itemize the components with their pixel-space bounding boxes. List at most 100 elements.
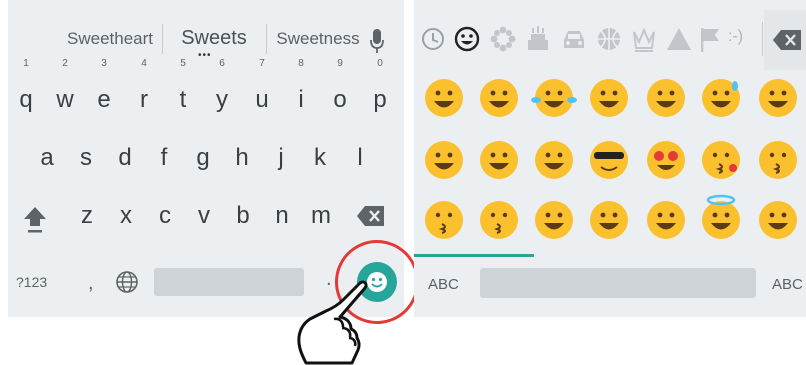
key-z[interactable]: z: [71, 187, 103, 245]
smiley-face-icon[interactable]: [590, 79, 628, 117]
key-g[interactable]: g: [187, 129, 219, 187]
key-q[interactable]: 1q: [10, 58, 42, 129]
key-u[interactable]: 7u: [246, 58, 278, 129]
key-hint: 8: [298, 58, 304, 69]
big-grin-icon[interactable]: [647, 79, 685, 117]
key-hint: 3: [101, 58, 107, 69]
space-bar[interactable]: [154, 268, 304, 296]
key-label: t: [179, 86, 187, 113]
key-d[interactable]: d: [109, 129, 141, 187]
abc-button-right[interactable]: ABC: [772, 276, 803, 293]
flags-icon[interactable]: [697, 22, 723, 56]
smileys-icon[interactable]: [452, 22, 482, 56]
key-f[interactable]: f: [148, 129, 180, 187]
key-i[interactable]: 8i: [285, 58, 317, 129]
kissing-heart-icon[interactable]: [702, 141, 740, 179]
emoticons-icon[interactable]: :-): [728, 28, 743, 46]
sunglasses-face-icon[interactable]: [590, 141, 628, 179]
objects-icon[interactable]: [630, 22, 658, 56]
key-hint: 0: [377, 58, 383, 69]
suggestion-sweetheart[interactable]: Sweetheart: [60, 29, 160, 49]
key-s[interactable]: s: [70, 129, 102, 187]
key-p[interactable]: 0p: [364, 58, 396, 129]
kissing-face-icon[interactable]: [759, 141, 797, 179]
key-label: u: [255, 86, 269, 113]
key-o[interactable]: 9o: [324, 58, 356, 129]
space-bar[interactable]: [480, 268, 756, 298]
key-label: p: [373, 86, 387, 113]
key-row-3: z x c v b n m: [8, 187, 404, 245]
abc-button-left[interactable]: ABC: [428, 276, 459, 293]
kissing-smiling-icon[interactable]: [425, 201, 463, 239]
blush-face-icon[interactable]: [480, 141, 518, 179]
grin-face-icon[interactable]: [480, 79, 518, 117]
key-k[interactable]: k: [304, 129, 336, 187]
key-y[interactable]: 6y: [206, 58, 238, 129]
key-v[interactable]: v: [188, 187, 220, 245]
shift-icon[interactable]: [22, 205, 48, 235]
key-label: q: [19, 86, 33, 113]
grinning-face-icon[interactable]: [425, 79, 463, 117]
key-label: w: [56, 86, 74, 113]
yum-face-icon[interactable]: [535, 141, 573, 179]
backspace-icon[interactable]: [356, 205, 386, 227]
food-icon[interactable]: [524, 22, 552, 56]
delete-key[interactable]: [764, 10, 806, 70]
key-row-1: 1q 2w 3e 4r 5t 6y 7u 8i 9o 0p: [8, 58, 404, 129]
key-hint: 4: [141, 58, 147, 69]
globe-icon[interactable]: [115, 270, 139, 294]
key-label: r: [140, 86, 148, 113]
key-n[interactable]: n: [266, 187, 298, 245]
tears-of-joy-icon[interactable]: [531, 79, 577, 117]
nature-icon[interactable]: [489, 22, 517, 56]
travel-icon[interactable]: [560, 22, 588, 56]
key-label: i: [298, 86, 304, 113]
key-c[interactable]: c: [149, 187, 181, 245]
pointing-hand-icon: [297, 280, 368, 365]
sweat-smile-icon[interactable]: [702, 79, 740, 117]
thinking-face-icon[interactable]: [759, 201, 797, 239]
key-hint: 1: [23, 58, 29, 69]
key-x[interactable]: x: [110, 187, 142, 245]
suggestion-divider: [162, 24, 163, 54]
heart-eyes-icon[interactable]: [647, 141, 685, 179]
recent-icon[interactable]: [420, 22, 446, 56]
key-hint: 6: [219, 58, 225, 69]
laughing-face-icon[interactable]: [759, 79, 797, 117]
suggestion-divider: [266, 24, 267, 54]
key-hint: 7: [259, 58, 265, 69]
symbols-icon[interactable]: [665, 22, 693, 56]
key-a[interactable]: a: [31, 129, 63, 187]
key-label: o: [333, 86, 347, 113]
halo-face-icon[interactable]: [702, 194, 740, 239]
key-row-2: a s d f g h j k l: [8, 129, 404, 187]
slight-smile-icon[interactable]: [590, 201, 628, 239]
emoji-panel: :-) ABC ABC: [414, 0, 806, 317]
activity-icon[interactable]: [595, 22, 623, 56]
key-b[interactable]: b: [227, 187, 259, 245]
key-w[interactable]: 2w: [49, 58, 81, 129]
key-l[interactable]: l: [344, 129, 376, 187]
key-r[interactable]: 4r: [128, 58, 160, 129]
suggestion-sweetness[interactable]: Sweetness: [270, 29, 366, 49]
key-t[interactable]: 5t: [167, 58, 199, 129]
abc-tab-indicator: [414, 254, 534, 257]
comma-key[interactable]: ,: [88, 272, 94, 295]
kissing-closed-eyes-icon[interactable]: [480, 201, 518, 239]
microphone-icon[interactable]: [370, 27, 384, 55]
key-label: e: [97, 86, 111, 113]
smiling-eyes-icon[interactable]: [535, 201, 573, 239]
hugging-face-icon[interactable]: [647, 201, 685, 239]
key-j[interactable]: j: [265, 129, 297, 187]
key-e[interactable]: 3e: [88, 58, 120, 129]
key-h[interactable]: h: [226, 129, 258, 187]
key-label: y: [216, 86, 228, 113]
emoji-grid: [425, 79, 797, 239]
symbols-key[interactable]: ?123: [16, 274, 47, 290]
key-hint: 5: [180, 58, 186, 69]
key-m[interactable]: m: [305, 187, 337, 245]
winking-face-icon[interactable]: [425, 141, 463, 179]
backspace-icon: [773, 30, 801, 50]
suggestion-sweets[interactable]: Sweets: [166, 27, 262, 50]
key-hint: 2: [62, 58, 68, 69]
